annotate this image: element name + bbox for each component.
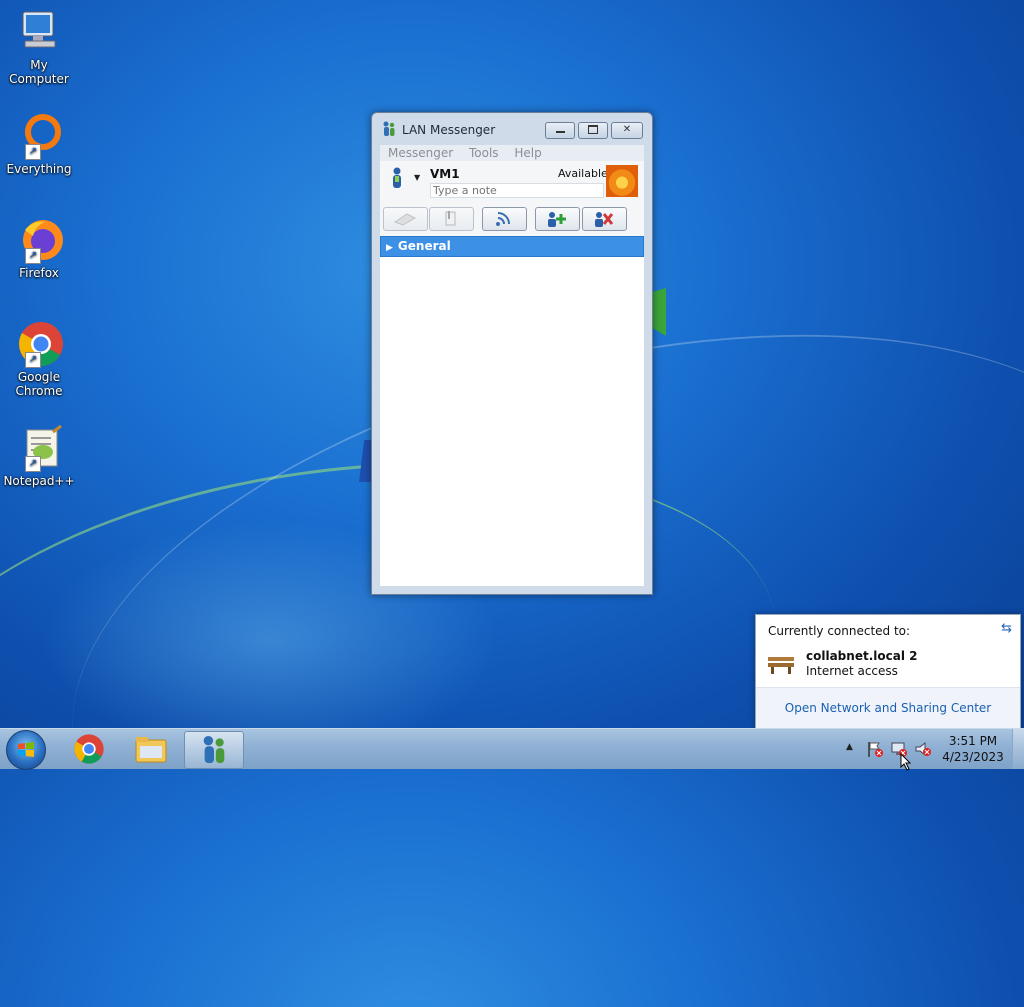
- chat-icon: [393, 213, 417, 226]
- desktop-icon-google-chrome[interactable]: ↗ Google Chrome: [1, 320, 77, 398]
- refresh-icon[interactable]: ⇆: [1001, 621, 1012, 636]
- status-selector[interactable]: ▼: [388, 167, 424, 191]
- maximize-button[interactable]: [578, 122, 608, 139]
- desktop-icon-label: Firefox: [19, 266, 59, 280]
- shortcut-arrow-icon: ↗: [25, 248, 41, 264]
- system-clock[interactable]: 3:51 PM 4/23/2023: [940, 733, 1006, 765]
- volume-muted-icon: [915, 741, 931, 757]
- desktop-icon-label: Google: [17, 370, 61, 384]
- add-contact-button[interactable]: [535, 207, 580, 231]
- network-access-status: Internet access: [806, 664, 898, 678]
- send-file-button[interactable]: [429, 207, 474, 231]
- network-popup-footer: Open Network and Sharing Center: [756, 687, 1020, 729]
- chrome-icon: ↗: [15, 320, 63, 368]
- window-titlebar[interactable]: LAN Messenger ✕: [372, 113, 652, 145]
- file-icon: [445, 211, 456, 226]
- clock-time: 3:51 PM: [948, 734, 998, 748]
- desktop-icon-label: Everything: [6, 162, 72, 176]
- shortcut-arrow-icon: ↗: [25, 456, 41, 472]
- clock-date: 4/23/2023: [942, 750, 1004, 764]
- desktop-icon-label: My Computer: [9, 58, 69, 86]
- status-text[interactable]: Available: [558, 167, 608, 180]
- mouse-cursor-icon: [900, 753, 912, 771]
- network-bench-icon: [766, 651, 796, 675]
- show-desktop-button[interactable]: [1012, 729, 1024, 769]
- desktop-icon-my-computer[interactable]: My Computer: [1, 8, 77, 86]
- remove-user-icon: [595, 212, 614, 227]
- folder-icon: [135, 737, 167, 763]
- user-status-icon: [393, 167, 401, 188]
- desktop-icon-label: Notepad++: [3, 474, 75, 488]
- user-status-row: ▼ VM1 Available: [380, 161, 644, 201]
- network-name: collabnet.local 2: [806, 649, 918, 663]
- window-title: LAN Messenger: [402, 123, 496, 137]
- start-button[interactable]: [6, 730, 46, 770]
- close-icon: ✕: [622, 124, 632, 135]
- desktop-icon-everything[interactable]: ↗ Everything: [1, 112, 77, 176]
- messenger-client-area: ▼ VM1 Available ▶ General: [380, 161, 644, 586]
- group-name: General: [397, 239, 451, 253]
- network-popup-header: Currently connected to:: [768, 624, 911, 638]
- desktop-icon-notepad-plus-plus[interactable]: ↗ Notepad++: [1, 424, 77, 488]
- chat-button[interactable]: [383, 207, 428, 231]
- broadcast-icon: [496, 212, 510, 226]
- menu-help[interactable]: Help: [514, 145, 541, 161]
- taskbar-lan-messenger[interactable]: [184, 731, 244, 769]
- shortcut-arrow-icon: ↗: [25, 144, 41, 160]
- everything-icon: ↗: [15, 112, 63, 160]
- lan-messenger-icon: [203, 735, 225, 764]
- open-network-sharing-center-link[interactable]: Open Network and Sharing Center: [756, 701, 1020, 715]
- show-hidden-icons-icon[interactable]: ▲: [846, 742, 853, 752]
- user-name: VM1: [430, 167, 460, 181]
- windows-logo-icon: [18, 742, 34, 757]
- chevron-down-icon: ▼: [414, 173, 421, 182]
- group-row-general[interactable]: ▶ General: [380, 236, 644, 257]
- desktop-icon-firefox[interactable]: ↗ Firefox: [1, 216, 77, 280]
- chrome-icon: [74, 734, 104, 764]
- taskbar: ▲ 3:51 PM 4/23/2023: [0, 728, 1024, 771]
- desktop-icon-label: Chrome: [15, 384, 63, 398]
- avatar[interactable]: [606, 165, 638, 197]
- minimize-icon: [555, 130, 565, 133]
- menu-tools[interactable]: Tools: [469, 145, 499, 161]
- notepad-plus-plus-icon: ↗: [15, 424, 63, 472]
- lan-messenger-window[interactable]: LAN Messenger ✕ Messenger Tools Help ▼ V…: [371, 112, 653, 595]
- taskbar-chrome[interactable]: [60, 731, 118, 767]
- note-input[interactable]: [430, 183, 604, 198]
- broadcast-button[interactable]: [482, 207, 527, 231]
- lan-messenger-icon: [382, 121, 396, 137]
- computer-icon: [15, 8, 63, 56]
- menu-bar: Messenger Tools Help: [380, 145, 644, 161]
- taskbar-file-explorer[interactable]: [122, 731, 180, 767]
- shortcut-arrow-icon: ↗: [25, 352, 41, 368]
- expand-arrow-icon[interactable]: ▶: [386, 239, 393, 258]
- action-center-flag-icon: [868, 742, 883, 757]
- remove-contact-button[interactable]: [582, 207, 627, 231]
- add-user-icon: [548, 212, 566, 227]
- close-button[interactable]: ✕: [611, 122, 643, 139]
- network-status-popup: Currently connected to: ⇆ collabnet.loca…: [755, 614, 1021, 729]
- maximize-icon: [588, 124, 598, 134]
- contact-group-list: ▶ General: [380, 236, 644, 586]
- minimize-button[interactable]: [545, 122, 575, 139]
- firefox-icon: ↗: [15, 216, 63, 264]
- menu-messenger[interactable]: Messenger: [388, 145, 453, 161]
- system-tray: ▲: [840, 729, 940, 771]
